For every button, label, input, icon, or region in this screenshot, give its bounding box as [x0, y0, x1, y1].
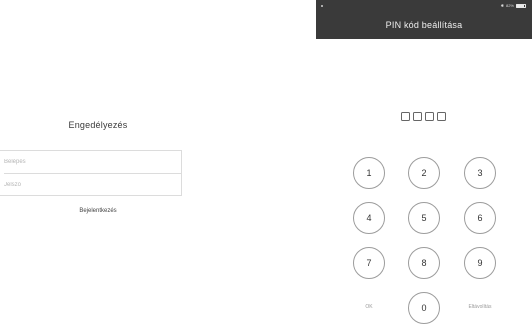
- status-bar: ✱ 82%: [316, 0, 532, 12]
- key-7[interactable]: 7: [353, 247, 385, 279]
- clear-button[interactable]: Eltávolítás: [462, 304, 498, 310]
- key-9[interactable]: 9: [464, 247, 496, 279]
- key-5[interactable]: 5: [408, 202, 440, 234]
- username-input[interactable]: [0, 151, 181, 173]
- pin-digit-box: [425, 112, 434, 121]
- login-form: [0, 150, 182, 196]
- login-screen: Engedélyezés Bejelentkezés: [0, 0, 260, 336]
- key-2[interactable]: 2: [408, 157, 440, 189]
- key-0[interactable]: 0: [408, 292, 440, 324]
- nav-title: PIN kód beállítása: [385, 20, 463, 30]
- password-input[interactable]: [0, 174, 181, 196]
- login-title: Engedélyezés: [68, 120, 128, 130]
- pin-digit-box: [413, 112, 422, 121]
- key-4[interactable]: 4: [353, 202, 385, 234]
- battery-indicator: ✱ 82%: [501, 0, 526, 12]
- pin-indicator: [401, 112, 446, 121]
- key-3[interactable]: 3: [464, 157, 496, 189]
- login-button[interactable]: Bejelentkezés: [0, 208, 196, 214]
- pin-digit-box: [401, 112, 410, 121]
- key-1[interactable]: 1: [353, 157, 385, 189]
- battery-percent: 82%: [505, 3, 514, 8]
- pin-screen: ✱ 82% PIN kód beállítása 1 2 3 4 5 6 7 8…: [316, 0, 532, 336]
- battery-icon: [516, 4, 526, 8]
- signal-dot-icon: [321, 5, 323, 7]
- nav-bar: PIN kód beállítása: [316, 12, 532, 39]
- key-6[interactable]: 6: [464, 202, 496, 234]
- pin-digit-box: [437, 112, 446, 121]
- bluetooth-icon: ✱: [500, 3, 504, 8]
- ok-button[interactable]: OK: [362, 304, 376, 310]
- battery-fill: [517, 5, 524, 7]
- key-8[interactable]: 8: [408, 247, 440, 279]
